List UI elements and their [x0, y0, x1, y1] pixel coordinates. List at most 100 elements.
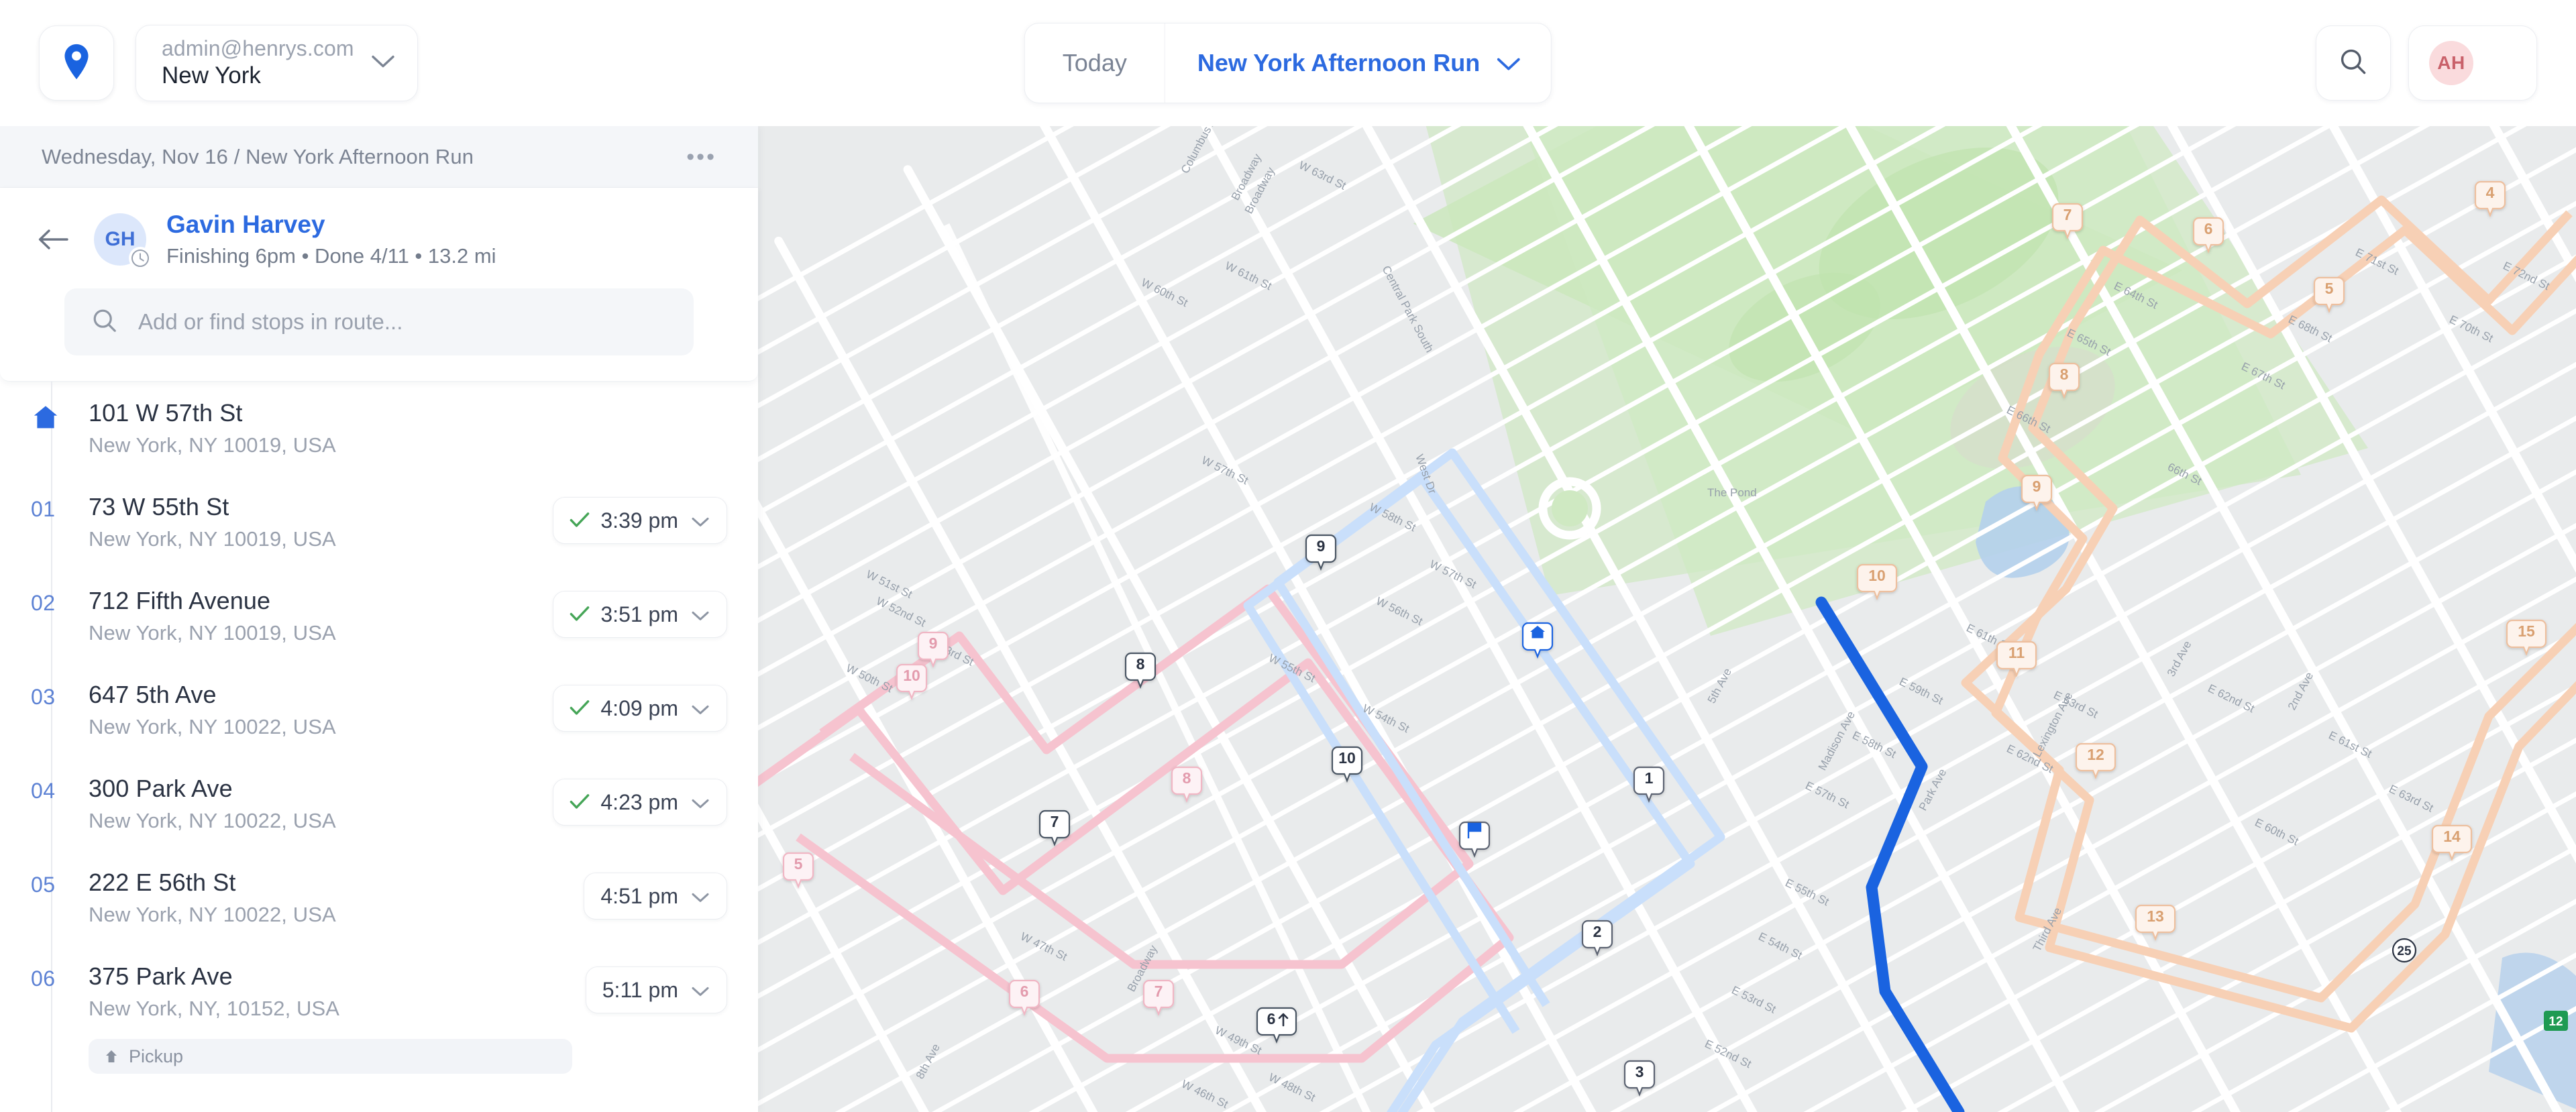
clock-icon — [129, 247, 152, 270]
stops-list[interactable]: 101 W 57th St New York, NY 10019, USA 01 73… — [0, 382, 758, 1112]
svg-text:6: 6 — [2204, 220, 2213, 237]
stop-main: 73 W 55th St New York, NY 10019, USA — [89, 493, 539, 551]
stop-right — [714, 399, 727, 403]
svg-text:9: 9 — [929, 634, 938, 652]
svg-text:11: 11 — [2008, 644, 2025, 661]
stop-row[interactable]: 05 222 E 56th St New York, NY 10022, USA 4:… — [0, 855, 758, 949]
app-body: Wednesday, Nov 16 / New York Afternoon R… — [0, 126, 2576, 1112]
chevron-down-icon — [371, 55, 394, 72]
stop-right: 4:23 pm — [539, 775, 727, 826]
search-input[interactable] — [138, 309, 667, 335]
stop-time-chip[interactable]: 4:51 pm — [584, 873, 727, 920]
svg-text:12: 12 — [2548, 1015, 2563, 1029]
driver-avatar: GH — [94, 213, 152, 270]
stop-row[interactable]: 04 300 Park Ave New York, NY 10022, USA 4:2… — [0, 761, 758, 855]
route-planner-app: admin@henrys.com New York Today New York… — [0, 0, 2576, 1112]
stop-index: 01 — [31, 497, 56, 521]
back-arrow-icon[interactable] — [32, 219, 74, 260]
map-shield-12: 12 — [2544, 1011, 2568, 1031]
driver-name[interactable]: Gavin Harvey — [166, 211, 496, 239]
search-icon — [2339, 47, 2368, 80]
stop-search-box[interactable] — [64, 288, 694, 355]
stop-main: 222 E 56th St New York, NY 10022, USA — [89, 869, 570, 927]
svg-text:8: 8 — [2060, 366, 2069, 383]
stop-row[interactable]: 03 647 5th Ave New York, NY 10022, USA 4:09… — [0, 667, 758, 761]
check-icon — [570, 696, 590, 721]
pickup-badge: Pickup — [89, 1039, 572, 1074]
stop-row[interactable]: 02 712 Fifth Avenue New York, NY 10019, US… — [0, 573, 758, 667]
chevron-down-icon — [692, 602, 709, 627]
map-shield-25: 25 — [2392, 938, 2417, 963]
stop-title: 222 E 56th St — [89, 869, 236, 896]
stop-time-label: 4:23 pm — [600, 789, 678, 814]
svg-text:8: 8 — [1183, 769, 1191, 787]
account-email: admin@henrys.com — [162, 36, 354, 61]
stop-address: New York, NY, 10152, USA — [89, 997, 340, 1020]
home-icon — [31, 399, 89, 430]
svg-text:6: 6 — [1020, 983, 1029, 1000]
stop-title: 647 5th Ave — [89, 681, 217, 708]
search-icon — [91, 307, 118, 337]
route-selector-label: New York Afternoon Run — [1197, 49, 1481, 76]
svg-text:4: 4 — [2486, 184, 2495, 201]
stop-time-chip[interactable]: 3:51 pm — [553, 591, 727, 638]
account-switcher-button[interactable]: admin@henrys.com New York — [136, 25, 418, 101]
stop-address: New York, NY 10019, USA — [89, 527, 336, 551]
stop-title: 712 Fifth Avenue — [89, 587, 271, 614]
stop-address: New York, NY 10022, USA — [89, 715, 336, 738]
stop-index: 04 — [31, 779, 56, 803]
map-pin-icon — [61, 43, 92, 84]
top-bar-right-group: AH — [2316, 25, 2537, 101]
check-icon — [570, 602, 590, 627]
date-route-selector: Today New York Afternoon Run — [1024, 23, 1552, 103]
stop-index: 02 — [31, 591, 56, 615]
stop-time-chip[interactable]: 4:09 pm — [553, 685, 727, 732]
global-search-button[interactable] — [2316, 25, 2391, 101]
svg-text:8: 8 — [1136, 655, 1145, 673]
breadcrumb-bar: Wednesday, Nov 16 / New York Afternoon R… — [0, 126, 758, 188]
stop-row[interactable]: 06 375 Park Ave New York, NY, 10152, USA Pi… — [0, 949, 758, 1089]
svg-text:10: 10 — [1338, 749, 1356, 767]
chevron-down-icon — [692, 978, 709, 1003]
map-svg: Columbus AveBroadway W 63rd StW 61th StW … — [758, 126, 2576, 1112]
chevron-down-icon — [692, 696, 709, 721]
stop-row[interactable]: 101 W 57th St New York, NY 10019, USA — [0, 386, 758, 480]
svg-text:14: 14 — [2443, 828, 2461, 845]
map-canvas[interactable]: Columbus Ave Broadway W 63rd St W 61th St W … — [758, 126, 2576, 1112]
svg-text:15: 15 — [2518, 622, 2535, 640]
stop-time-chip[interactable]: 5:11 pm — [585, 966, 727, 1013]
stop-main: 300 Park Ave New York, NY 10022, USA — [89, 775, 539, 833]
stop-time-chip[interactable]: 3:39 pm — [553, 497, 727, 544]
stop-right: 4:51 pm — [570, 869, 727, 920]
stop-time-chip[interactable]: 4:23 pm — [553, 779, 727, 826]
breadcrumb: Wednesday, Nov 16 / New York Afternoon R… — [42, 144, 474, 168]
check-icon — [570, 790, 590, 815]
stop-main: 101 W 57th St New York, NY 10019, USA — [89, 399, 714, 457]
today-button[interactable]: Today — [1025, 23, 1165, 103]
app-logo-button[interactable] — [39, 25, 114, 101]
stop-time-label: 3:39 pm — [600, 508, 678, 533]
svg-text:6: 6 — [1267, 1010, 1276, 1027]
svg-text:10: 10 — [1868, 567, 1886, 584]
check-icon — [570, 508, 590, 533]
stop-right: 3:39 pm — [539, 493, 727, 544]
stop-main: 375 Park Ave New York, NY, 10152, USA Pick… — [89, 962, 572, 1074]
stop-address: New York, NY 10022, USA — [89, 809, 336, 832]
chevron-down-icon — [1497, 49, 1521, 77]
stop-right: 5:11 pm — [572, 962, 727, 1013]
stop-time-label: 3:51 pm — [600, 602, 678, 626]
svg-text:7: 7 — [1155, 983, 1163, 1000]
svg-text:13: 13 — [2147, 907, 2164, 925]
user-menu-button[interactable]: AH — [2408, 25, 2537, 101]
svg-text:7: 7 — [2063, 206, 2072, 223]
stop-index: 06 — [31, 966, 56, 991]
stop-title: 300 Park Ave — [89, 775, 233, 802]
route-selector-button[interactable]: New York Afternoon Run — [1165, 23, 1551, 103]
stop-title: 375 Park Ave — [89, 962, 233, 990]
more-options-button[interactable]: ••• — [686, 146, 716, 168]
chevron-down-icon — [692, 884, 709, 909]
stop-row[interactable]: 01 73 W 55th St New York, NY 10019, USA 3:3… — [0, 480, 758, 573]
svg-text:5: 5 — [794, 855, 803, 873]
svg-text:9: 9 — [1317, 537, 1326, 555]
stop-index: 03 — [31, 685, 56, 709]
